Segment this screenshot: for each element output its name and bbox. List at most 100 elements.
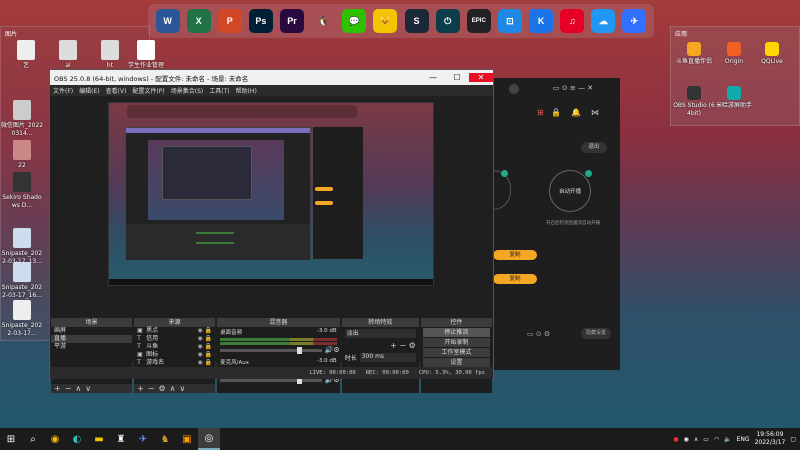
clock[interactable]: 19:56:09 2022/3/17	[755, 431, 786, 447]
add-icon[interactable]: +	[137, 384, 144, 393]
desktop-file-icon[interactable]: Sekiro Shadows D...	[0, 172, 44, 210]
language-indicator[interactable]: ENG	[737, 436, 750, 443]
menu-item[interactable]: 文件(F)	[53, 86, 73, 95]
up-icon[interactable]: ∧	[170, 384, 176, 393]
auto-live-ring[interactable]: 自动开播	[549, 170, 591, 212]
source-item[interactable]: T 斗鱼 ◉ 🔒	[134, 343, 215, 351]
network-icon[interactable]: ▭	[703, 436, 709, 443]
tray-app-icon-2[interactable]: ◉	[684, 436, 689, 443]
menu-item[interactable]: 编辑(E)	[79, 86, 99, 95]
app-shortcut-icon[interactable]: 米哈游屏助手	[712, 86, 756, 110]
edge-icon[interactable]: ◐	[66, 428, 88, 450]
red-badge-icon[interactable]: ⊞	[537, 108, 544, 117]
transition-select[interactable]: 淡出	[344, 329, 416, 338]
game-taskbar-icon[interactable]: ♞	[154, 428, 176, 450]
powerpoint-icon[interactable]: P	[217, 9, 242, 33]
tray-up-icon[interactable]: ∧	[694, 436, 698, 443]
excel-icon[interactable]: X	[186, 9, 211, 33]
close-button[interactable]: ✕	[469, 73, 493, 82]
menu-icons[interactable]: ▭ ⊙ ≡ — ✕	[553, 84, 593, 92]
minimize-button[interactable]: —	[421, 73, 445, 82]
netease-music-icon[interactable]: ♫	[560, 9, 585, 33]
search-icon[interactable]: ⌕	[22, 428, 44, 450]
chrome-icon[interactable]: ◉	[44, 428, 66, 450]
app-shortcut-icon[interactable]: 斗鱼直播伴侣	[672, 42, 716, 66]
menu-item[interactable]: 查看(V)	[106, 86, 127, 95]
volume-slider[interactable]	[220, 346, 322, 354]
transition-tools[interactable]: + − ⚙	[345, 341, 416, 350]
visibility-lock-icons[interactable]: ◉ 🔒	[198, 327, 213, 335]
douyu-taskbar-icon[interactable]: ▣	[176, 428, 198, 450]
wechat-icon[interactable]: 💬	[342, 9, 367, 33]
source-item[interactable]: ▣ 黑点 ◉ 🔒	[134, 327, 215, 335]
feishu-taskbar-icon[interactable]: ✈	[132, 428, 154, 450]
app-shortcut-icon[interactable]: OBS Studio (64bit)	[672, 86, 716, 118]
desktop-file-icon[interactable]: Snipaste_2022-03-17_16...	[0, 262, 44, 300]
scene-item[interactable]: 直播	[51, 335, 133, 343]
share-icon[interactable]: ⋈	[591, 108, 599, 117]
desktop-file-icon[interactable]: Snipaste_2022-03-17...	[0, 300, 44, 338]
steam-taskbar-icon[interactable]: ♜	[110, 428, 132, 450]
cat-app-icon[interactable]: 🐱	[373, 9, 398, 33]
control-button[interactable]: 工作室模式	[422, 348, 490, 357]
premiere-icon[interactable]: Pr	[280, 9, 305, 33]
preview-canvas[interactable]	[108, 102, 434, 286]
feishu-icon[interactable]: ✈	[622, 9, 647, 33]
copy-button-2[interactable]: 复制	[493, 274, 537, 284]
copy-button-1[interactable]: 复制	[493, 250, 537, 260]
obs-taskbar-icon[interactable]: ◎	[198, 428, 220, 450]
remove-icon[interactable]: −	[148, 384, 155, 393]
scene-item[interactable]: 画屏	[51, 327, 132, 335]
lock-icon[interactable]: 🔒	[551, 108, 561, 117]
control-button[interactable]: 开始录制	[422, 338, 490, 347]
up-icon[interactable]: ∧	[75, 384, 81, 393]
control-button[interactable]: 设置	[422, 358, 490, 367]
source-item[interactable]: T 信用 ◉ 🔒	[134, 335, 215, 343]
qq-icon[interactable]: 🐧	[311, 9, 335, 33]
menu-item[interactable]: 工具(T)	[209, 86, 229, 95]
volume-icon[interactable]: 🔈	[724, 436, 731, 443]
gear-icon[interactable]: ⚙	[158, 384, 165, 393]
windows-start-icon[interactable]: ⊞	[0, 428, 22, 450]
mute-gear-icons[interactable]: 🔊⚙	[325, 346, 340, 354]
desktop-file-icon[interactable]: 22	[0, 140, 44, 170]
exit-button[interactable]: 退出	[581, 142, 607, 153]
app-shortcut-icon[interactable]: QQLive	[750, 42, 794, 66]
menu-item[interactable]: 场景集合(S)	[171, 86, 204, 95]
down-icon[interactable]: ∨	[85, 384, 91, 393]
source-item[interactable]: T 游戏名 ◉ 🔒	[134, 359, 215, 367]
file-explorer-icon[interactable]: ▬	[88, 428, 110, 450]
visibility-lock-icons[interactable]: ◉ 🔒	[198, 335, 213, 343]
bell-icon[interactable]: 🔔	[571, 108, 581, 117]
scene-item[interactable]: 平游	[51, 343, 132, 351]
power-icon[interactable]: ⏻	[435, 9, 460, 33]
control-button[interactable]: 停止推流	[422, 328, 490, 337]
menu-item[interactable]: 配置文件(P)	[132, 86, 164, 95]
visibility-lock-icons[interactable]: ◉ 🔒	[198, 351, 213, 359]
screenshot-app-icon[interactable]: ⊡	[497, 9, 522, 33]
visibility-lock-icons[interactable]: ◉ 🔒	[198, 359, 213, 367]
add-icon[interactable]: +	[54, 384, 61, 393]
desktop-file-icon[interactable]: al	[46, 40, 90, 70]
nested-obs-window	[125, 127, 311, 260]
desktop-file-icon[interactable]: 艺	[4, 40, 48, 70]
bottom-tool-icons[interactable]: ▭ ⊙ ⚙	[527, 330, 550, 338]
visibility-lock-icons[interactable]: ◉ 🔒	[198, 343, 213, 351]
wifi-icon[interactable]: ◠	[714, 436, 719, 443]
desktop-file-icon[interactable]: 学生作业管理	[124, 40, 168, 70]
menu-item[interactable]: 帮助(H)	[236, 86, 257, 95]
epic-games-icon[interactable]: EPIC	[466, 9, 491, 33]
baidu-netdisk-icon[interactable]: ☁	[591, 9, 616, 33]
tray-app-icon[interactable]: ●	[673, 436, 678, 443]
source-item[interactable]: ▣ 图标 ◉ 🔒	[134, 351, 215, 359]
word-icon[interactable]: W	[155, 9, 180, 33]
notification-icon[interactable]: ▢	[790, 436, 796, 443]
down-icon[interactable]: ∨	[180, 384, 186, 393]
k-app-icon[interactable]: K	[529, 9, 554, 33]
photoshop-icon[interactable]: Ps	[248, 9, 273, 33]
remove-icon[interactable]: −	[65, 384, 72, 393]
steam-icon[interactable]: S	[404, 9, 429, 33]
hide-settings-button[interactable]: 隐藏设置	[581, 328, 611, 339]
duration-input[interactable]: 300 ms	[359, 353, 416, 362]
maximize-button[interactable]: ☐	[445, 73, 469, 82]
